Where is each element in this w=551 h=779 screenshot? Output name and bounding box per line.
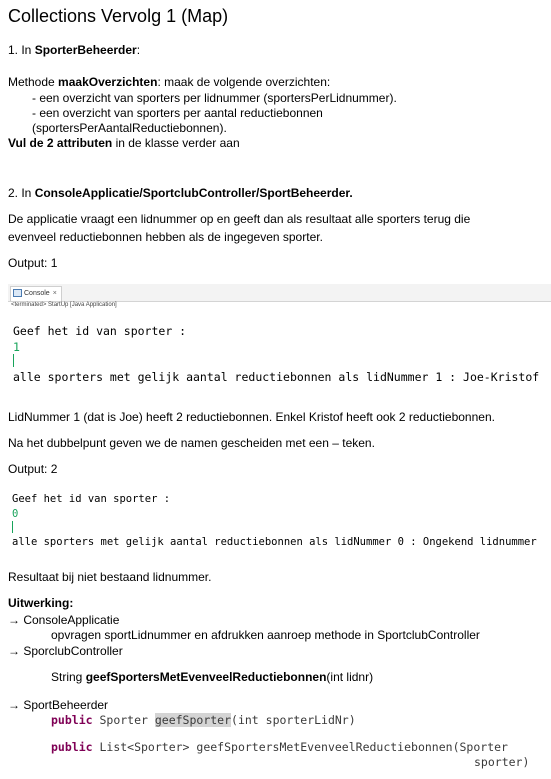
vul-rest: in de klasse verder aan bbox=[112, 136, 240, 150]
code-method-highlighted: geefSporter bbox=[154, 713, 232, 727]
uitwerking-item-beheerder: → SportBeheerder bbox=[8, 698, 108, 713]
console-1-result: alle sporters met gelijk aantal reductie… bbox=[13, 370, 540, 384]
vul-bold: Vul de 2 attributen bbox=[8, 136, 113, 150]
section-1-heading-prefix: 1. In bbox=[8, 43, 35, 57]
uitwerking-item-console: → ConsoleApplicatie bbox=[8, 613, 119, 628]
console-icon bbox=[13, 289, 22, 298]
sig-suffix: (int lidnr) bbox=[326, 670, 374, 684]
section-1-heading: 1. In SporterBeheerder: bbox=[8, 43, 140, 58]
code-line-1: public Sporter geefSporter(int sporterLi… bbox=[51, 713, 356, 727]
output-2-label: Output: 2 bbox=[8, 462, 58, 476]
section-2-heading-prefix: 2. In bbox=[8, 186, 35, 200]
item-beheerder-label: SportBeheerder bbox=[20, 698, 109, 712]
console-screenshot-1: Console × <terminated> StartUp [Java Appl… bbox=[8, 284, 551, 394]
output-1-label: Output: 1 bbox=[8, 256, 58, 270]
item-console-detail: opvragen sportLidnummer en afdrukken aan… bbox=[51, 628, 480, 642]
section-1-heading-suffix: : bbox=[136, 43, 141, 57]
item-console-label: ConsoleApplicatie bbox=[20, 613, 120, 627]
vul-line: Vul de 2 attributen in de klasse verder … bbox=[8, 136, 240, 151]
item-controller-label: SporclubController bbox=[20, 644, 123, 658]
code-return-type: Sporter bbox=[92, 713, 155, 727]
console-2-cursor bbox=[12, 521, 13, 533]
code-line-2: public List<Sporter> geefSportersMetEven… bbox=[51, 740, 508, 754]
methode-prefix: Methode bbox=[8, 75, 59, 89]
description-line-2: evenveel reductiebonnen hebben als de in… bbox=[8, 230, 323, 244]
console-tab[interactable]: Console × bbox=[10, 286, 62, 301]
sig-prefix: String bbox=[51, 670, 86, 684]
console-1-cursor bbox=[13, 354, 14, 367]
section-2-classes: ConsoleApplicatie/SportclubController/Sp… bbox=[34, 186, 353, 200]
description-line-1: De applicatie vraagt een lidnummer op en… bbox=[8, 212, 471, 226]
console-tab-bar: Console × bbox=[8, 284, 551, 302]
controller-signature: String geefSportersMetEvenveelReductiebo… bbox=[51, 670, 373, 685]
console-tab-label: Console bbox=[24, 290, 50, 297]
arrow-icon: → bbox=[8, 613, 20, 627]
bullet-2a: - een overzicht van sporters per aantal … bbox=[32, 106, 323, 120]
sig-method-name: geefSportersMetEvenveelReductiebonnen bbox=[85, 670, 327, 684]
console-1-prompt: Geef het id van sporter : bbox=[13, 324, 187, 338]
explanation-line-1: LidNummer 1 (dat is Joe) heeft 2 reducti… bbox=[8, 410, 495, 424]
methode-suffix: : maak de volgende overzichten: bbox=[157, 75, 331, 89]
code-line-2-continuation: sporter) bbox=[474, 755, 530, 769]
bullet-2b: (sportersPerAantalReductiebonnen). bbox=[32, 121, 227, 135]
section-1-class-name: SporterBeheerder bbox=[34, 43, 137, 57]
console-2-prompt: Geef het id van sporter : bbox=[12, 493, 171, 505]
resultaat-note: Resultaat bij niet bestaand lidnummer. bbox=[8, 570, 212, 584]
page-title: Collections Vervolg 1 (Map) bbox=[8, 6, 229, 26]
arrow-icon: → bbox=[8, 698, 20, 712]
code-keyword: public bbox=[51, 740, 93, 754]
uitwerking-heading: Uitwerking: bbox=[8, 596, 74, 610]
methode-line: Methode maakOverzichten: maak de volgend… bbox=[8, 75, 330, 90]
arrow-icon: → bbox=[8, 644, 20, 658]
close-icon[interactable]: × bbox=[53, 290, 57, 297]
code-params: (int sporterLidNr) bbox=[231, 713, 356, 727]
explanation-line-2: Na het dubbelpunt geven we de namen gesc… bbox=[8, 436, 375, 450]
console-2-result: alle sporters met gelijk aantal reductie… bbox=[12, 536, 537, 548]
terminated-status: <terminated> StartUp [Java Application] bbox=[11, 302, 117, 308]
code-keyword: public bbox=[51, 713, 93, 727]
console-1-input: 1 bbox=[13, 340, 20, 354]
console-2-input: 0 bbox=[12, 508, 19, 520]
uitwerking-item-controller: → SporclubController bbox=[8, 644, 123, 659]
methode-name: maakOverzichten bbox=[58, 75, 158, 89]
section-2-heading: 2. In ConsoleApplicatie/SportclubControl… bbox=[8, 186, 353, 201]
bullet-1: - een overzicht van sporters per lidnumm… bbox=[32, 91, 397, 105]
code-signature: List<Sporter> geefSportersMetEvenveelRed… bbox=[92, 740, 508, 754]
